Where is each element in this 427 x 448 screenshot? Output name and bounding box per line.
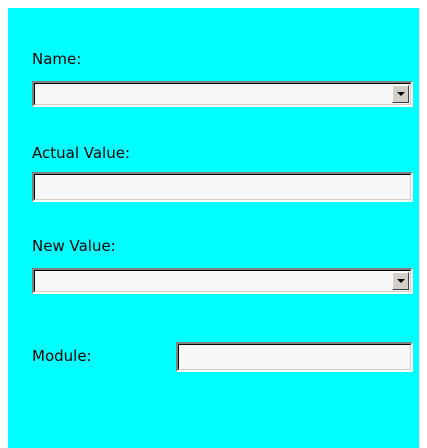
form-panel: Name: Actual Value: New Value: Module:	[8, 8, 419, 448]
actual-value-label: Actual Value:	[32, 144, 131, 162]
new-value-label: New Value:	[32, 237, 116, 255]
actual-value-field	[32, 172, 413, 202]
chevron-down-icon	[396, 279, 405, 283]
name-dropdown[interactable]	[32, 81, 413, 107]
new-value-dropdown[interactable]	[32, 268, 413, 294]
name-label: Name:	[32, 50, 82, 68]
new-value-dropdown-button[interactable]	[392, 272, 409, 290]
module-field	[176, 342, 413, 372]
name-dropdown-button[interactable]	[392, 85, 409, 103]
module-label: Module:	[32, 347, 92, 365]
chevron-down-icon	[396, 92, 405, 96]
